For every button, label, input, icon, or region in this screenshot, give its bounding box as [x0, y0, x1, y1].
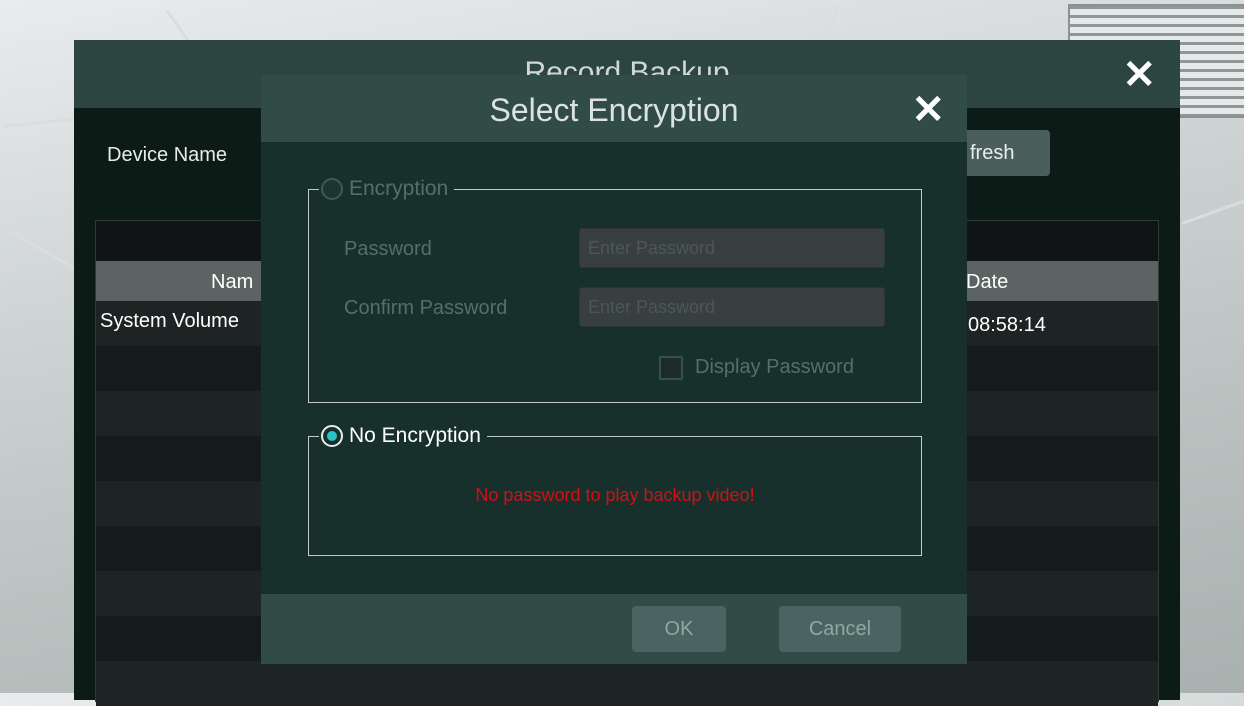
close-icon[interactable]: ✕ — [1122, 52, 1156, 98]
table-row — [96, 661, 1158, 706]
cancel-button[interactable]: Cancel — [779, 606, 901, 652]
display-password-label: Display Password — [695, 356, 854, 378]
confirm-password-label: Confirm Password — [344, 297, 508, 319]
no-encryption-group: No Encryption No password to play backup… — [308, 424, 922, 556]
no-encryption-option[interactable]: No Encryption — [319, 424, 487, 448]
confirm-password-input[interactable] — [579, 287, 885, 327]
table-cell-name: System Volume — [100, 310, 239, 332]
dialog-title: Select Encryption — [489, 92, 739, 128]
no-password-warning: No password to play backup video! — [475, 485, 755, 505]
table-cell-date: 08:58:14 — [968, 314, 1046, 336]
password-input[interactable] — [579, 228, 885, 268]
dialog-titlebar: Select Encryption ✕ — [261, 75, 967, 142]
dialog-footer: OK Cancel — [261, 594, 967, 664]
column-header-date: Date — [966, 271, 1009, 293]
device-name-label: Device Name — [107, 144, 228, 166]
encryption-label: Encryption — [349, 177, 449, 200]
encryption-radio[interactable] — [321, 178, 343, 200]
no-encryption-label: No Encryption — [349, 424, 481, 447]
ok-button[interactable]: OK — [632, 606, 726, 652]
column-header-name: Nam — [211, 271, 254, 293]
encryption-group: Encryption Password Confirm Password Dis… — [308, 177, 922, 403]
password-label: Password — [344, 238, 432, 260]
encryption-option[interactable]: Encryption — [319, 177, 455, 201]
close-icon[interactable]: ✕ — [911, 87, 945, 133]
display-password-checkbox[interactable] — [659, 356, 683, 380]
select-encryption-dialog: Select Encryption ✕ Encryption Password … — [261, 75, 967, 664]
no-encryption-radio[interactable] — [321, 425, 343, 447]
refresh-button[interactable]: fresh — [956, 130, 1050, 176]
